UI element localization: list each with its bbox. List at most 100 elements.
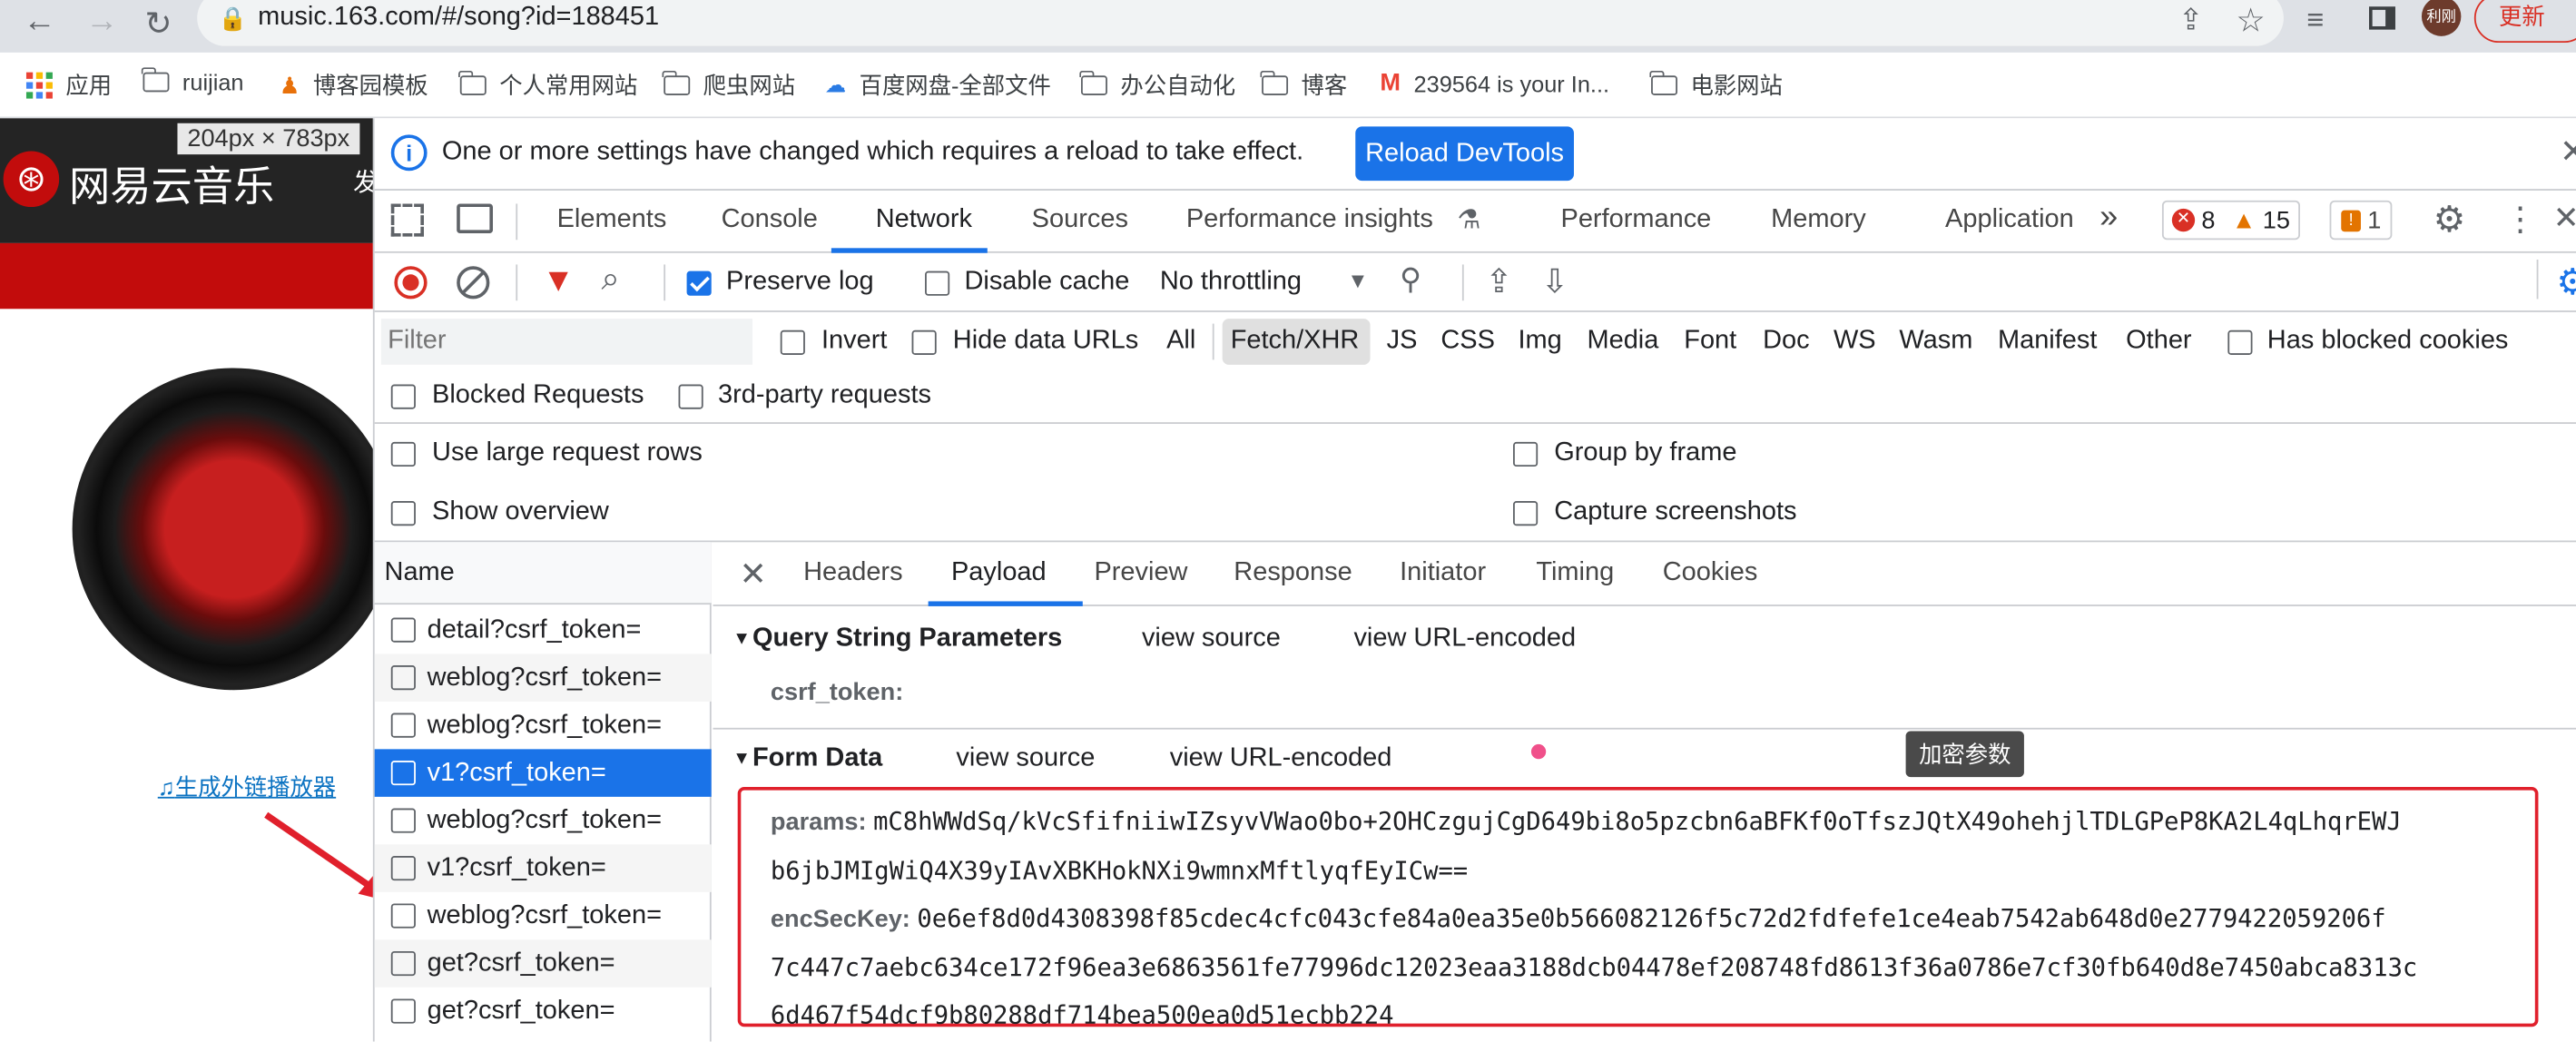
type-filter-all[interactable]: All (1166, 327, 1195, 357)
netease-logo-text[interactable]: 网易云音乐 (69, 154, 274, 213)
group-by-frame-checkbox[interactable] (1513, 440, 1539, 470)
type-filter-other[interactable]: Other (2126, 327, 2191, 357)
tab-payload[interactable]: Payload (951, 558, 1047, 588)
filter-icon[interactable]: ▼ (542, 263, 575, 301)
bookmark-gmail[interactable]: M 239564 is your In... (1380, 69, 1609, 97)
bookmark-blog[interactable]: 博客 (1260, 69, 1347, 102)
url-text[interactable]: music.163.com/#/song?id=188451 (258, 4, 659, 34)
throttling-select[interactable]: No throttling (1160, 268, 1302, 298)
hide-data-urls-checkbox[interactable] (911, 329, 937, 359)
bookmark-apps[interactable]: 应用 (25, 69, 112, 102)
external-player-link[interactable]: ♫生成外链播放器 (158, 771, 336, 803)
bookmark-baidu-pan[interactable]: ☁ 百度网盘-全部文件 (825, 69, 1051, 102)
star-icon[interactable]: ☆ (2236, 0, 2265, 41)
show-overview-checkbox[interactable] (390, 499, 416, 529)
reload-devtools-button[interactable]: Reload DevTools (1355, 126, 1574, 182)
type-filter-js[interactable]: JS (1387, 327, 1418, 357)
tab-timing[interactable]: Timing (1536, 558, 1614, 588)
tab-console[interactable]: Console (722, 205, 818, 235)
reading-list-icon[interactable]: ≡ (2306, 4, 2324, 38)
share-icon[interactable]: ⇪ (2178, 4, 2203, 38)
sidebar-icon[interactable] (2369, 6, 2395, 30)
query-view-url-encoded-link[interactable]: view URL-encoded (1353, 624, 1576, 654)
export-har-icon[interactable]: ⇩ (1541, 261, 1568, 302)
tab-response[interactable]: Response (1234, 558, 1352, 588)
tab-headers[interactable]: Headers (803, 558, 902, 588)
type-filter-fetch-xhr[interactable]: Fetch/XHR (1231, 327, 1360, 357)
form-view-source-link[interactable]: view source (956, 744, 1095, 774)
device-toolbar-icon[interactable] (457, 203, 493, 234)
tab-elements[interactable]: Elements (557, 205, 667, 235)
tab-sources[interactable]: Sources (1032, 205, 1128, 235)
request-row[interactable]: weblog?csrf_token= (374, 654, 712, 702)
disable-cache-checkbox[interactable] (925, 270, 950, 300)
gear-icon[interactable]: ⚙ (2433, 199, 2466, 241)
large-rows-checkbox[interactable] (390, 440, 416, 470)
tab-preview[interactable]: Preview (1094, 558, 1187, 588)
tab-cookies[interactable]: Cookies (1663, 558, 1758, 588)
clear-icon[interactable] (457, 266, 490, 300)
tab-application[interactable]: Application (1945, 205, 2074, 235)
tab-network[interactable]: Network (876, 205, 972, 235)
tab-performance-insights[interactable]: Performance insights (1186, 205, 1433, 235)
import-har-icon[interactable]: ⇪ (1485, 261, 1512, 302)
request-row[interactable]: get?csrf_token= (375, 988, 712, 1035)
query-view-source-link[interactable]: view source (1142, 624, 1281, 654)
preserve-log-checkbox[interactable] (686, 270, 712, 300)
network-conditions-icon[interactable]: ⚲ (1400, 263, 1421, 298)
collapse-triangle-icon[interactable]: ▼ (732, 749, 751, 769)
capture-screenshots-checkbox[interactable] (1513, 499, 1539, 529)
type-filter-media[interactable]: Media (1587, 327, 1658, 357)
request-row[interactable]: get?csrf_token= (374, 939, 712, 988)
close-detail-icon[interactable]: ✕ (740, 554, 767, 595)
request-row-selected[interactable]: v1?csrf_token= (374, 749, 712, 797)
form-view-url-encoded-link[interactable]: view URL-encoded (1170, 744, 1392, 774)
query-string-heading[interactable]: Query String Parameters (752, 624, 1062, 654)
third-party-checkbox[interactable] (678, 383, 703, 413)
issues-counter[interactable]: ✕ 8 ▲ 15 (2161, 200, 2300, 241)
chevron-down-icon[interactable]: ▼ (1347, 268, 1368, 292)
type-filter-doc[interactable]: Doc (1763, 327, 1810, 357)
collapse-triangle-icon[interactable]: ▼ (732, 629, 751, 649)
request-row[interactable]: weblog?csrf_token= (375, 702, 712, 749)
has-blocked-cookies-checkbox[interactable] (2227, 329, 2253, 359)
bookmark-ruijian[interactable]: ruijian (142, 67, 244, 95)
filter-input[interactable] (380, 319, 752, 365)
type-filter-ws[interactable]: WS (1834, 327, 1876, 357)
type-filter-img[interactable]: Img (1518, 327, 1561, 357)
close-infobar-icon[interactable]: ✕ (2560, 132, 2576, 172)
type-filter-css[interactable]: CSS (1440, 327, 1495, 357)
form-data-heading[interactable]: Form Data (752, 744, 882, 774)
kebab-menu-icon[interactable]: ⋮ (2503, 199, 2536, 240)
tab-memory[interactable]: Memory (1771, 205, 1866, 235)
bookmark-blog-template[interactable]: ♟ 博客园模板 (280, 69, 428, 102)
update-button[interactable]: 更新 (2473, 0, 2576, 44)
forward-icon[interactable]: → (85, 4, 118, 42)
back-icon[interactable]: ← (23, 4, 55, 42)
reload-icon[interactable]: ↻ (144, 4, 172, 44)
type-filter-manifest[interactable]: Manifest (1998, 327, 2097, 357)
close-devtools-icon[interactable]: ✕ (2553, 201, 2576, 239)
bookmark-office-automation[interactable]: 办公自动化 (1079, 69, 1235, 102)
bookmark-personal-sites[interactable]: 个人常用网站 (458, 69, 637, 102)
issues-badge[interactable]: ! 1 (2329, 200, 2393, 241)
request-row[interactable]: v1?csrf_token= (374, 844, 712, 892)
type-filter-font[interactable]: Font (1684, 327, 1736, 357)
inspect-element-icon[interactable] (390, 203, 424, 237)
network-settings-icon[interactable]: ⚙ (2556, 261, 2576, 304)
blocked-requests-checkbox[interactable] (390, 383, 416, 413)
tab-initiator[interactable]: Initiator (1400, 558, 1486, 588)
tab-performance[interactable]: Performance (1561, 205, 1712, 235)
name-column-header[interactable]: Name (374, 542, 712, 605)
bookmark-movie-sites[interactable]: 电影网站 (1649, 69, 1783, 102)
avatar[interactable]: 利刚 (2421, 0, 2462, 36)
record-icon[interactable] (394, 266, 428, 300)
request-row[interactable]: weblog?csrf_token= (375, 892, 712, 939)
more-tabs-icon[interactable]: » (2099, 199, 2118, 237)
invert-checkbox[interactable] (780, 329, 805, 359)
request-row[interactable]: weblog?csrf_token= (375, 797, 712, 844)
type-filter-wasm[interactable]: Wasm (1899, 327, 1972, 357)
bookmark-crawler-sites[interactable]: 爬虫网站 (663, 69, 795, 102)
request-row[interactable]: detail?csrf_token= (375, 606, 712, 654)
search-icon[interactable]: ⌕ (601, 261, 619, 300)
